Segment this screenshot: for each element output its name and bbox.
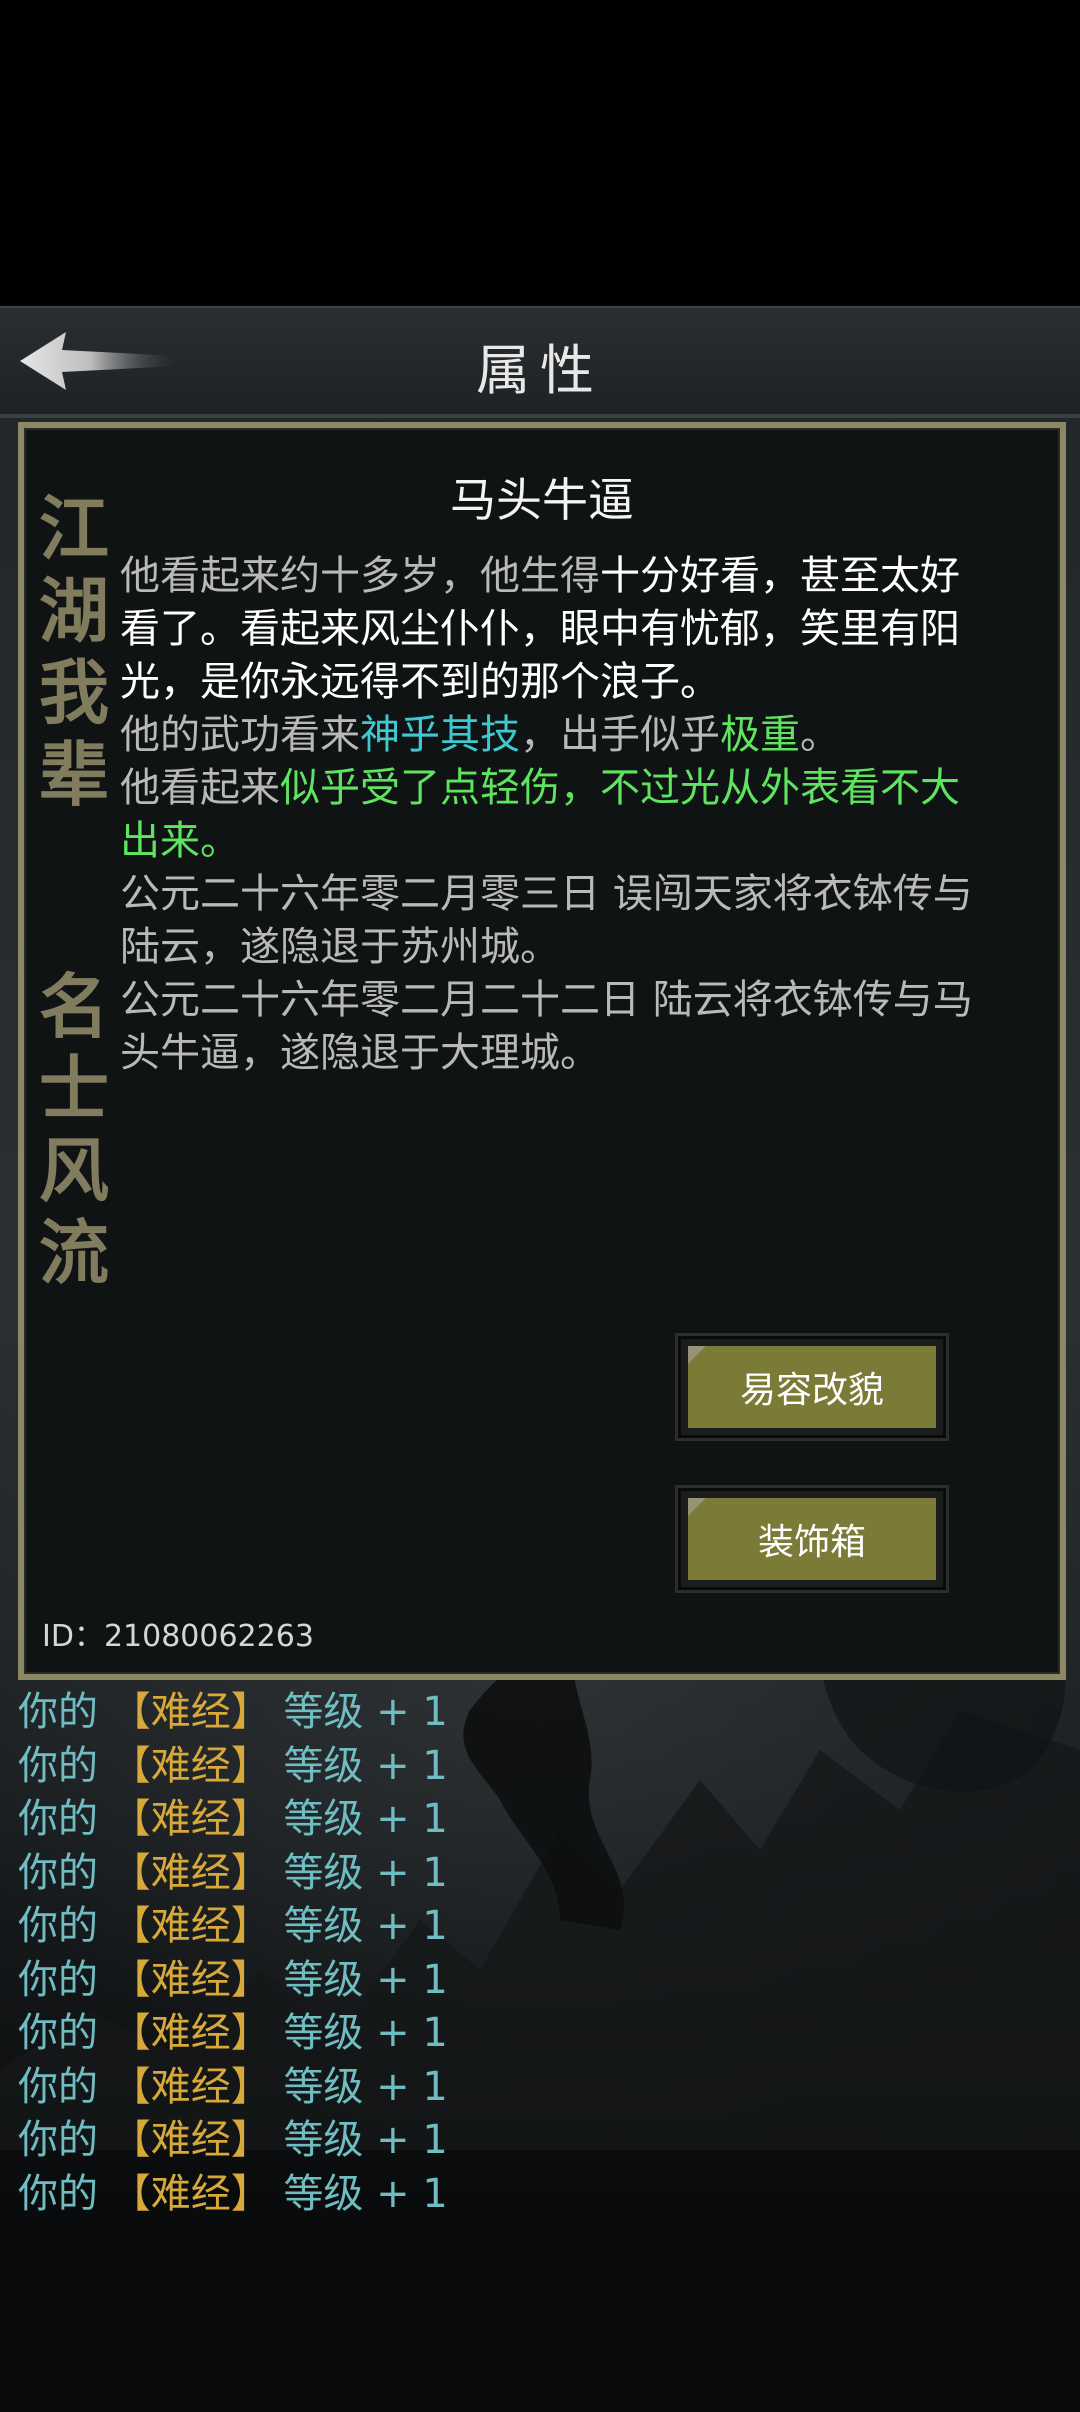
log-skill: 【难经】	[110, 2117, 271, 2163]
history-line-1: 公元二十六年零二月零三日 误闯天家将衣钵传与陆云，遂隐退于苏州城。	[120, 871, 973, 970]
log-suffix: 等级 + 1	[283, 2010, 448, 2056]
log-skill: 【难经】	[110, 1689, 271, 1735]
health-text-a: 他看起来	[120, 765, 280, 811]
log-entry: 你的 【难经】 等级 + 1	[18, 1847, 1058, 1901]
character-name: 马头牛逼	[450, 473, 634, 527]
log-entry: 你的 【难经】 等级 + 1	[18, 1954, 1058, 2008]
log-prefix: 你的	[18, 1849, 98, 1896]
wardrobe-button-face: 装饰箱	[688, 1498, 936, 1580]
disguise-button-label: 易容改貌	[739, 1370, 884, 1411]
log-skill: 【难经】	[110, 2063, 271, 2110]
log-prefix: 你的	[18, 1796, 98, 1842]
page-title: 属性	[476, 339, 604, 402]
log-suffix: 等级 + 1	[283, 1796, 448, 1842]
log-prefix: 你的	[18, 2117, 98, 2163]
martial-line: 他的武功看来神乎其技，出手似乎极重。	[120, 709, 990, 762]
log-skill: 【难经】	[110, 1956, 271, 2003]
log-skill: 【难经】	[110, 1849, 271, 1896]
martial-strength-rating: 极重	[720, 712, 800, 758]
log-entry: 你的 【难经】 等级 + 1	[18, 1793, 1058, 1847]
log-suffix: 等级 + 1	[283, 1903, 448, 1949]
log-entry: 你的 【难经】 等级 + 1	[18, 1900, 1058, 1954]
disguise-button-face: 易容改貌	[688, 1346, 936, 1428]
log-entry: 你的 【难经】 等级 + 1	[18, 2061, 1058, 2115]
wardrobe-button-label: 装饰箱	[757, 1522, 866, 1563]
log-prefix: 你的	[18, 1742, 98, 1789]
log-prefix: 你的	[18, 2170, 98, 2217]
calligraphy-motto-2: 名士风流	[34, 966, 114, 1294]
health-line: 他看起来似乎受了点轻伤，不过光从外表看不大出来。	[120, 762, 990, 868]
log-suffix: 等级 + 1	[283, 1849, 448, 1896]
calligraphy-text-1: 江湖我辈	[39, 487, 109, 816]
appearance-line: 他看起来约十多岁，他生得十分好看，甚至太好看了。看起来风尘仆仆，眼中有忧郁，笑里…	[120, 550, 990, 709]
event-log: 你的 【难经】 等级 + 1 你的 【难经】 等级 + 1 你的 【难经】 等级…	[18, 1686, 1058, 2221]
calligraphy-motto-1: 江湖我辈	[34, 488, 114, 816]
log-skill: 【难经】	[110, 2010, 271, 2056]
log-skill: 【难经】	[110, 1796, 271, 1842]
log-entry: 你的 【难经】 等级 + 1	[18, 2114, 1058, 2168]
log-prefix: 你的	[18, 1956, 98, 2003]
log-entry: 你的 【难经】 等级 + 1	[18, 1686, 1058, 1740]
log-entry: 你的 【难经】 等级 + 1	[18, 1740, 1058, 1794]
character-description: 他看起来约十多岁，他生得十分好看，甚至太好看了。看起来风尘仆仆，眼中有忧郁，笑里…	[120, 550, 990, 1080]
calligraphy-text-2: 名士风流	[39, 965, 109, 1294]
log-entry: 你的 【难经】 等级 + 1	[18, 2007, 1058, 2061]
martial-text-a: 他的武功看来	[120, 712, 360, 758]
martial-text-e: 。	[800, 712, 840, 758]
martial-text-c: ，出手似乎	[520, 712, 720, 758]
disguise-button[interactable]: 易容改貌	[678, 1336, 946, 1438]
log-suffix: 等级 + 1	[283, 1742, 448, 1789]
log-skill: 【难经】	[110, 2170, 271, 2217]
log-suffix: 等级 + 1	[283, 2170, 448, 2217]
log-suffix: 等级 + 1	[283, 1956, 448, 2003]
log-skill: 【难经】	[110, 1903, 271, 1949]
wardrobe-button[interactable]: 装饰箱	[678, 1488, 946, 1590]
log-prefix: 你的	[18, 1903, 98, 1949]
martial-skill-rating: 神乎其技	[360, 712, 520, 758]
history-line-2: 公元二十六年零二月二十二日 陆云将衣钵传与马头牛逼，遂隐退于大理城。	[120, 977, 973, 1076]
log-prefix: 你的	[18, 1689, 98, 1735]
appearance-text-a: 他看起来约十多岁，他生得	[120, 553, 600, 599]
log-suffix: 等级 + 1	[283, 2063, 448, 2110]
log-prefix: 你的	[18, 2010, 98, 2056]
log-suffix: 等级 + 1	[283, 2117, 448, 2163]
top-bar: 属性	[0, 306, 1080, 418]
log-skill: 【难经】	[110, 1742, 271, 1789]
log-prefix: 你的	[18, 2063, 98, 2110]
attributes-panel: 江湖我辈 名士风流 马头牛逼 他看起来约十多岁，他生得十分好看，甚至太好看了。看…	[18, 422, 1066, 1680]
log-entry: 你的 【难经】 等级 + 1	[18, 2168, 1058, 2222]
log-suffix: 等级 + 1	[283, 1689, 448, 1735]
player-id: ID：21080062263	[42, 1619, 314, 1654]
